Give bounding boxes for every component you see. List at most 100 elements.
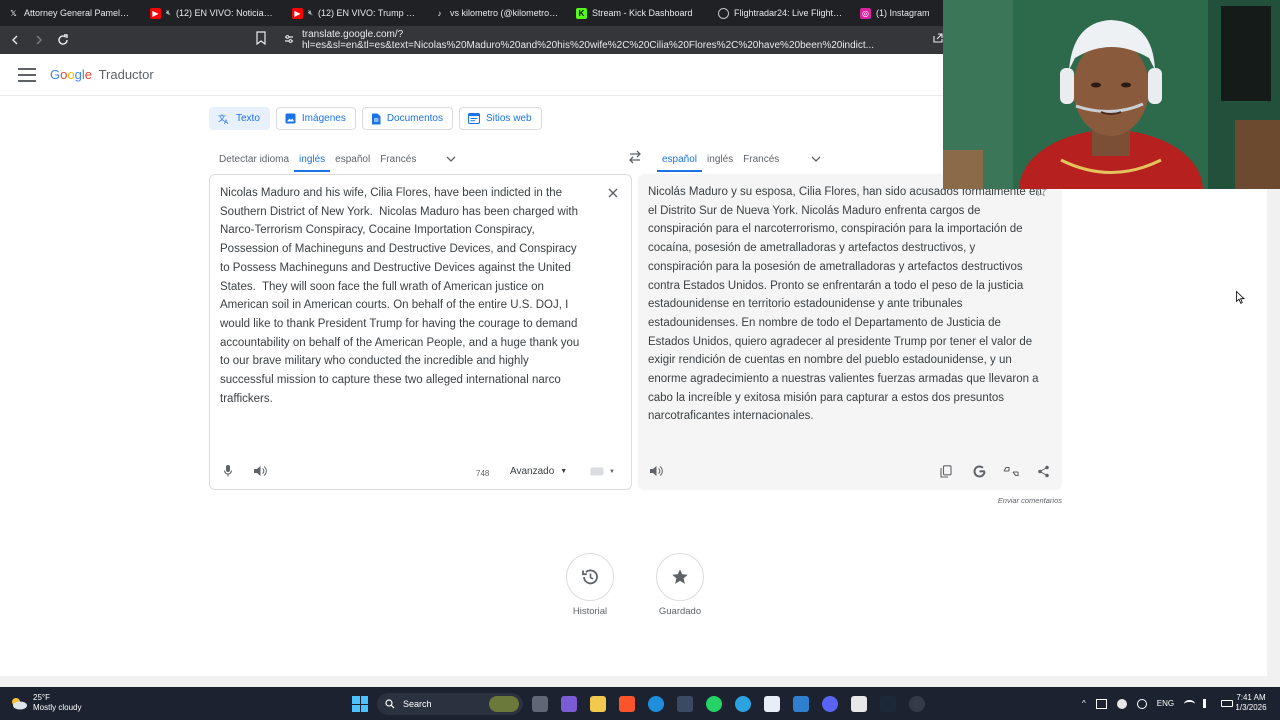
search-highlight-icon	[489, 696, 519, 712]
site-settings-icon[interactable]	[284, 34, 294, 47]
rate-translation-icon[interactable]	[1002, 462, 1020, 480]
forward-icon[interactable]	[29, 30, 49, 50]
reload-icon[interactable]	[53, 30, 73, 50]
translate-icon: 文A	[218, 113, 229, 125]
chevron-up-icon[interactable]: ^	[1082, 699, 1086, 708]
speaker-icon[interactable]	[647, 462, 665, 480]
tiktok-icon: ♪	[437, 8, 442, 18]
store-icon[interactable]	[677, 696, 693, 712]
edge-browser-icon[interactable]	[648, 696, 664, 712]
task-view-icon[interactable]	[532, 696, 548, 712]
source-lang-detect[interactable]: Detectar idioma	[214, 146, 294, 172]
saved-button[interactable]: Guardado	[645, 553, 715, 617]
target-lang-spanish[interactable]: español	[657, 146, 703, 172]
mode-text-button[interactable]: 文A Texto	[209, 107, 270, 130]
whatsapp-icon[interactable]	[706, 696, 722, 712]
copilot-icon[interactable]	[561, 696, 577, 712]
translation-output-text: Nicolás Maduro y su esposa, Cilia Flores…	[648, 186, 1042, 423]
target-lang-french[interactable]: Francés	[738, 146, 784, 172]
weather-widget[interactable]: 25°F Mostly cloudy	[10, 693, 81, 713]
source-lang-spanish[interactable]: español	[330, 146, 375, 172]
url-text: translate.google.com/?hl=es&sl=en&tl=es&…	[302, 29, 875, 51]
tray-app-icon[interactable]	[1116, 698, 1127, 709]
website-icon	[467, 113, 480, 124]
tab-title: (12) EN VIVO: Trump dice q	[318, 8, 418, 18]
clock-time: 7:41 AM	[1236, 693, 1266, 702]
search-icon	[385, 699, 395, 709]
obs-icon[interactable]	[909, 696, 925, 712]
microphone-icon[interactable]	[219, 462, 237, 480]
google-search-icon[interactable]	[970, 462, 988, 480]
target-lang-english[interactable]: inglés	[702, 146, 738, 172]
copy-icon[interactable]	[937, 462, 955, 480]
mode-images-button[interactable]: Imágenes	[275, 107, 356, 130]
swap-languages-icon[interactable]	[627, 150, 643, 164]
back-icon[interactable]	[5, 30, 25, 50]
browser-tab[interactable]: 𝕏 Attorney General Pamela Bond	[0, 0, 142, 26]
weather-condition: Mostly cloudy	[33, 703, 82, 712]
mouse-cursor-icon	[1236, 291, 1245, 304]
speaker-icon[interactable]	[251, 462, 269, 480]
horizontal-scrollbar[interactable]	[0, 676, 1267, 687]
tray-app-icon[interactable]	[1095, 698, 1107, 709]
file-explorer-icon[interactable]	[590, 696, 606, 712]
mode-websites-button[interactable]: Sitios web	[458, 107, 542, 130]
flightradar-icon	[718, 7, 729, 19]
brave-browser-icon[interactable]	[619, 696, 635, 712]
muted-icon[interactable]: 🔇︎	[166, 8, 171, 18]
browser-tab[interactable]: K Stream - Kick Dashboard	[568, 0, 710, 26]
tab-title: Attorney General Pamela Bond	[24, 8, 134, 18]
kick-icon: K	[576, 7, 587, 19]
tab-title: (1) Instagram	[876, 8, 930, 18]
chevron-down-icon[interactable]	[806, 146, 826, 172]
send-feedback-link[interactable]: Enviar comentarios	[940, 496, 1062, 505]
search-label: Search	[403, 699, 432, 709]
history-icon	[566, 553, 614, 601]
browser-tab[interactable]: Flightradar24: Live Flight Track	[710, 0, 852, 26]
steam-icon[interactable]	[880, 696, 896, 712]
svg-text:A: A	[224, 119, 229, 125]
system-clock[interactable]: 7:41 AM 1/3/2026	[1226, 693, 1276, 713]
keyboard-icon[interactable]: ▼	[590, 467, 615, 476]
mode-documents-button[interactable]: Documentos	[361, 107, 453, 130]
google-translate-logo[interactable]: Google Traductor	[50, 67, 154, 82]
saved-label: Guardado	[658, 606, 702, 617]
app-icon[interactable]	[764, 696, 780, 712]
volume-icon[interactable]	[1203, 699, 1213, 708]
wifi-icon[interactable]	[1184, 699, 1196, 708]
browser-tab[interactable]: ▶ 🔇︎ (12) EN VIVO: Trump dice q	[284, 0, 426, 26]
app-icon[interactable]	[793, 696, 809, 712]
vertical-scrollbar[interactable]	[1267, 189, 1280, 687]
close-icon[interactable]	[607, 186, 621, 200]
chevron-down-icon[interactable]	[441, 146, 461, 172]
url-field[interactable]: translate.google.com/?hl=es&sl=en&tl=es&…	[284, 29, 944, 51]
source-lang-english[interactable]: inglés	[294, 146, 331, 172]
windows-taskbar: 25°F Mostly cloudy Search ^ ENG 7:41 AM …	[0, 687, 1280, 720]
tab-title: Stream - Kick Dashboard	[592, 8, 693, 18]
history-button[interactable]: Historial	[555, 553, 625, 617]
youtube-icon: ▶	[150, 7, 161, 19]
bookmark-icon[interactable]	[256, 31, 266, 50]
advanced-label: Avanzado	[510, 466, 555, 477]
product-name: Traductor	[98, 67, 154, 82]
weather-temperature: 25°F	[33, 693, 50, 702]
browser-tab[interactable]: ▶ 🔇︎ (12) EN VIVO: Noticias Univ	[142, 0, 284, 26]
discord-icon[interactable]	[822, 696, 838, 712]
tab-title: Flightradar24: Live Flight Track	[734, 8, 844, 18]
tray-app-icon[interactable]	[1136, 698, 1147, 709]
language-indicator[interactable]: ENG	[1157, 699, 1174, 708]
muted-icon[interactable]: 🔇︎	[308, 8, 313, 18]
windows-start-icon[interactable]	[352, 696, 368, 712]
source-lang-french[interactable]: Francés	[375, 146, 421, 172]
taskbar-search-box[interactable]: Search	[377, 693, 523, 715]
main-menu-icon[interactable]	[18, 67, 36, 82]
app-icon[interactable]	[851, 696, 867, 712]
tab-title: vs kilometro (@kilometro_inte	[450, 8, 560, 18]
source-text-input[interactable]: Nicolas Maduro and his wife, Cilia Flore…	[220, 184, 600, 408]
cloud-icon	[12, 698, 27, 710]
browser-tab[interactable]: ♪ vs kilometro (@kilometro_inte	[426, 0, 568, 26]
telegram-icon[interactable]	[735, 696, 751, 712]
advanced-dropdown[interactable]: Avanzado ▼	[510, 466, 567, 477]
clock-date: 1/3/2026	[1235, 703, 1267, 712]
share-icon[interactable]	[1034, 462, 1052, 480]
